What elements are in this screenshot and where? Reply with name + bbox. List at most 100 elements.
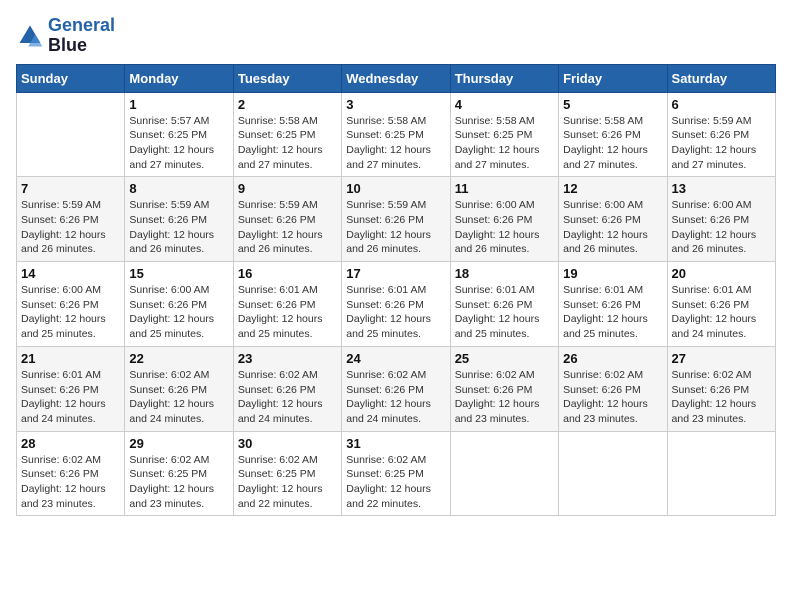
weekday-header: Saturday (667, 64, 775, 92)
calendar-cell: 20Sunrise: 6:01 AM Sunset: 6:26 PM Dayli… (667, 262, 775, 347)
day-info: Sunrise: 5:59 AM Sunset: 6:26 PM Dayligh… (346, 198, 445, 257)
day-number: 24 (346, 351, 445, 366)
day-number: 29 (129, 436, 228, 451)
calendar-cell: 3 Sunrise: 5:58 AM Sunset: 6:25 PM Daylig… (342, 92, 450, 177)
weekday-header-row: SundayMondayTuesdayWednesdayThursdayFrid… (17, 64, 776, 92)
calendar-cell: 6 Sunrise: 5:59 AM Sunset: 6:26 PM Daylig… (667, 92, 775, 177)
day-number: 30 (238, 436, 337, 451)
day-number: 21 (21, 351, 120, 366)
day-number: 23 (238, 351, 337, 366)
calendar-cell: 8 Sunrise: 5:59 AM Sunset: 6:26 PM Daylig… (125, 177, 233, 262)
day-info: Sunrise: 6:02 AM Sunset: 6:26 PM Dayligh… (672, 368, 771, 427)
weekday-header: Thursday (450, 64, 558, 92)
day-number: 1 (129, 97, 228, 112)
calendar-cell: 31 Sunrise: 6:02 AM Sunset: 6:25 PM Dayli… (342, 431, 450, 516)
calendar-cell: 5 Sunrise: 5:58 AM Sunset: 6:26 PM Daylig… (559, 92, 667, 177)
day-info: Sunrise: 5:57 AM Sunset: 6:25 PM Dayligh… (129, 114, 228, 173)
calendar-cell: 22 Sunrise: 6:02 AM Sunset: 6:26 PM Dayli… (125, 346, 233, 431)
day-info: Sunrise: 6:01 AM Sunset: 6:26 PM Dayligh… (346, 283, 445, 342)
day-info: Sunrise: 6:00 AM Sunset: 6:26 PM Dayligh… (563, 198, 662, 257)
day-number: 15 (129, 266, 228, 281)
day-number: 4 (455, 97, 554, 112)
day-info: Sunrise: 6:02 AM Sunset: 6:26 PM Dayligh… (129, 368, 228, 427)
day-info: Sunrise: 6:00 AM Sunset: 6:26 PM Dayligh… (129, 283, 228, 342)
page-header: GeneralBlue (16, 16, 776, 56)
day-info: Sunrise: 5:59 AM Sunset: 6:26 PM Dayligh… (672, 114, 771, 173)
day-info: Sunrise: 6:02 AM Sunset: 6:26 PM Dayligh… (21, 453, 120, 512)
calendar-week-row: 1 Sunrise: 5:57 AM Sunset: 6:25 PM Daylig… (17, 92, 776, 177)
calendar-table: SundayMondayTuesdayWednesdayThursdayFrid… (16, 64, 776, 517)
day-number: 18 (455, 266, 554, 281)
day-info: Sunrise: 6:02 AM Sunset: 6:25 PM Dayligh… (238, 453, 337, 512)
calendar-cell: 11 Sunrise: 6:00 AM Sunset: 6:26 PM Dayli… (450, 177, 558, 262)
day-number: 13 (672, 181, 771, 196)
day-number: 19 (563, 266, 662, 281)
day-number: 8 (129, 181, 228, 196)
calendar-week-row: 21 Sunrise: 6:01 AM Sunset: 6:26 PM Dayli… (17, 346, 776, 431)
calendar-cell: 24 Sunrise: 6:02 AM Sunset: 6:26 PM Dayli… (342, 346, 450, 431)
calendar-cell: 21 Sunrise: 6:01 AM Sunset: 6:26 PM Dayli… (17, 346, 125, 431)
calendar-cell: 2Sunrise: 5:58 AM Sunset: 6:25 PM Daylig… (233, 92, 341, 177)
calendar-cell: 9Sunrise: 5:59 AM Sunset: 6:26 PM Daylig… (233, 177, 341, 262)
day-info: Sunrise: 6:02 AM Sunset: 6:26 PM Dayligh… (238, 368, 337, 427)
calendar-cell: 7Sunrise: 5:59 AM Sunset: 6:26 PM Daylig… (17, 177, 125, 262)
day-info: Sunrise: 6:02 AM Sunset: 6:26 PM Dayligh… (346, 368, 445, 427)
day-info: Sunrise: 6:01 AM Sunset: 6:26 PM Dayligh… (238, 283, 337, 342)
calendar-week-row: 28Sunrise: 6:02 AM Sunset: 6:26 PM Dayli… (17, 431, 776, 516)
day-number: 17 (346, 266, 445, 281)
calendar-cell (450, 431, 558, 516)
day-number: 12 (563, 181, 662, 196)
calendar-cell: 17 Sunrise: 6:01 AM Sunset: 6:26 PM Dayli… (342, 262, 450, 347)
calendar-cell: 14 Sunrise: 6:00 AM Sunset: 6:26 PM Dayli… (17, 262, 125, 347)
calendar-cell: 10 Sunrise: 5:59 AM Sunset: 6:26 PM Dayli… (342, 177, 450, 262)
day-number: 22 (129, 351, 228, 366)
calendar-cell: 25 Sunrise: 6:02 AM Sunset: 6:26 PM Dayli… (450, 346, 558, 431)
day-info: Sunrise: 6:01 AM Sunset: 6:26 PM Dayligh… (563, 283, 662, 342)
day-info: Sunrise: 5:59 AM Sunset: 6:26 PM Dayligh… (129, 198, 228, 257)
day-number: 10 (346, 181, 445, 196)
weekday-header: Friday (559, 64, 667, 92)
calendar-week-row: 14 Sunrise: 6:00 AM Sunset: 6:26 PM Dayli… (17, 262, 776, 347)
calendar-cell: 15 Sunrise: 6:00 AM Sunset: 6:26 PM Dayli… (125, 262, 233, 347)
calendar-cell (17, 92, 125, 177)
logo-icon (16, 22, 44, 50)
day-info: Sunrise: 6:02 AM Sunset: 6:25 PM Dayligh… (346, 453, 445, 512)
day-info: Sunrise: 5:58 AM Sunset: 6:25 PM Dayligh… (346, 114, 445, 173)
logo: GeneralBlue (16, 16, 115, 56)
weekday-header: Monday (125, 64, 233, 92)
day-info: Sunrise: 5:58 AM Sunset: 6:25 PM Dayligh… (455, 114, 554, 173)
day-info: Sunrise: 6:00 AM Sunset: 6:26 PM Dayligh… (455, 198, 554, 257)
calendar-cell: 29 Sunrise: 6:02 AM Sunset: 6:25 PM Dayli… (125, 431, 233, 516)
calendar-cell: 27 Sunrise: 6:02 AM Sunset: 6:26 PM Dayli… (667, 346, 775, 431)
calendar-cell: 19 Sunrise: 6:01 AM Sunset: 6:26 PM Dayli… (559, 262, 667, 347)
calendar-cell: 4 Sunrise: 5:58 AM Sunset: 6:25 PM Daylig… (450, 92, 558, 177)
calendar-cell: 26 Sunrise: 6:02 AM Sunset: 6:26 PM Dayli… (559, 346, 667, 431)
calendar-week-row: 7 Sunrise: 5:59 AM Sunset: 6:26 PM Daylig… (17, 177, 776, 262)
calendar-cell: 18Sunrise: 6:01 AM Sunset: 6:26 PM Dayli… (450, 262, 558, 347)
calendar-cell: 23 Sunrise: 6:02 AM Sunset: 6:26 PM Dayli… (233, 346, 341, 431)
day-info: Sunrise: 6:01 AM Sunset: 6:26 PM Dayligh… (21, 368, 120, 427)
day-number: 3 (346, 97, 445, 112)
calendar-cell: 16 Sunrise: 6:01 AM Sunset: 6:26 PM Dayli… (233, 262, 341, 347)
calendar-cell: 30 Sunrise: 6:02 AM Sunset: 6:25 PM Dayli… (233, 431, 341, 516)
day-number: 11 (455, 181, 554, 196)
day-number: 6 (672, 97, 771, 112)
day-info: Sunrise: 6:00 AM Sunset: 6:26 PM Dayligh… (21, 283, 120, 342)
day-info: Sunrise: 6:02 AM Sunset: 6:25 PM Dayligh… (129, 453, 228, 512)
weekday-header: Wednesday (342, 64, 450, 92)
day-number: 5 (563, 97, 662, 112)
day-number: 16 (238, 266, 337, 281)
calendar-cell: 12 Sunrise: 6:00 AM Sunset: 6:26 PM Dayli… (559, 177, 667, 262)
day-info: Sunrise: 6:02 AM Sunset: 6:26 PM Dayligh… (455, 368, 554, 427)
calendar-cell: 1 Sunrise: 5:57 AM Sunset: 6:25 PM Daylig… (125, 92, 233, 177)
day-number: 31 (346, 436, 445, 451)
day-info: Sunrise: 5:58 AM Sunset: 6:26 PM Dayligh… (563, 114, 662, 173)
day-number: 25 (455, 351, 554, 366)
day-number: 7 (21, 181, 120, 196)
day-info: Sunrise: 6:02 AM Sunset: 6:26 PM Dayligh… (563, 368, 662, 427)
calendar-cell (559, 431, 667, 516)
day-number: 20 (672, 266, 771, 281)
day-number: 26 (563, 351, 662, 366)
day-number: 27 (672, 351, 771, 366)
day-number: 14 (21, 266, 120, 281)
